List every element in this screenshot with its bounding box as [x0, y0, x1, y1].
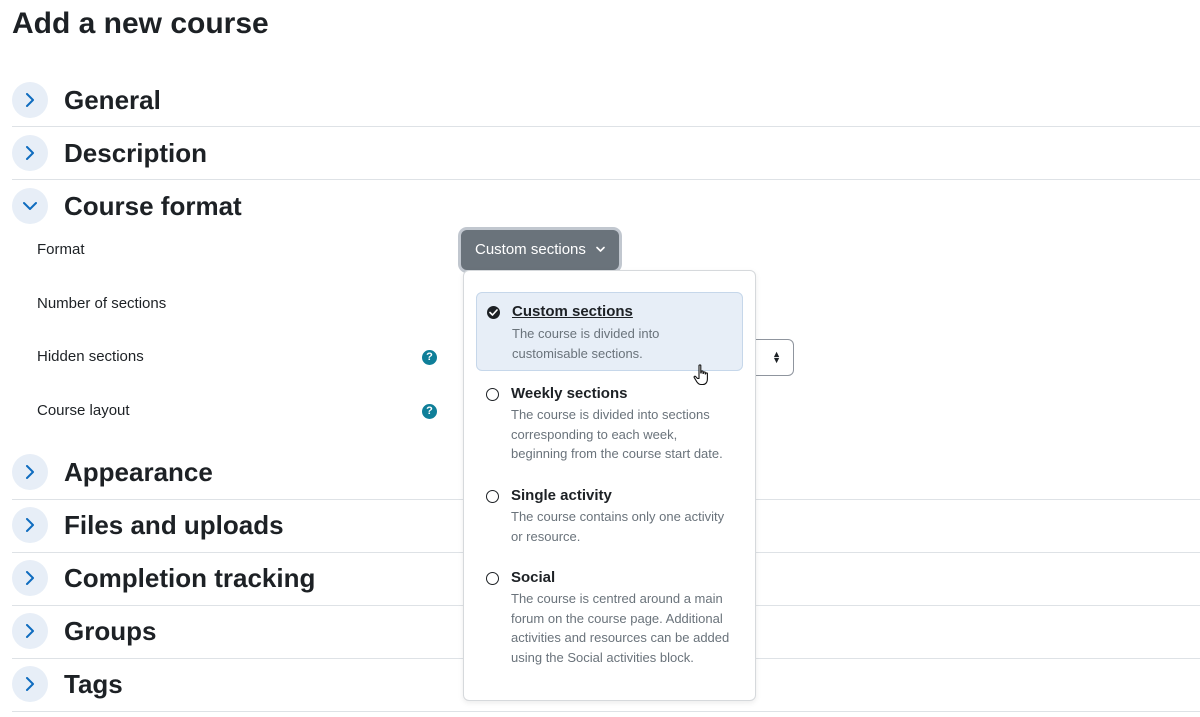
format-option-single-activity[interactable]: Single activity The course contains only…	[476, 483, 743, 549]
radio-unchecked-icon	[486, 572, 499, 585]
format-option-title: Social	[511, 569, 556, 586]
radio-unchecked-icon	[486, 388, 499, 401]
format-option-weekly-sections[interactable]: Weekly sections The course is divided in…	[476, 381, 743, 467]
chevron-down-icon	[596, 246, 605, 252]
field-label-course-layout: Course layout	[37, 402, 130, 419]
section-title-general[interactable]: General	[64, 84, 161, 116]
radio-unchecked-icon	[486, 490, 499, 503]
section-title-appearance[interactable]: Appearance	[64, 456, 213, 488]
chevron-right-icon[interactable]	[12, 82, 48, 118]
format-option-title: Single activity	[511, 487, 612, 504]
chevron-right-icon[interactable]	[12, 507, 48, 543]
chevron-right-icon[interactable]	[12, 560, 48, 596]
section-title-groups[interactable]: Groups	[64, 615, 156, 647]
chevron-right-icon[interactable]	[12, 666, 48, 702]
format-option-title: Weekly sections	[511, 385, 628, 402]
format-option-description: The course is divided into sections corr…	[511, 407, 723, 462]
field-label-hidden-sections: Hidden sections	[37, 348, 144, 365]
format-option-custom-sections[interactable]: Custom sections The course is divided in…	[476, 292, 743, 371]
field-label-number-of-sections: Number of sections	[37, 295, 167, 312]
chevron-right-icon[interactable]	[12, 454, 48, 490]
chevron-right-icon[interactable]	[12, 135, 48, 171]
format-button-label: Custom sections	[475, 241, 586, 258]
format-option-title: Custom sections	[512, 303, 633, 320]
format-option-description: The course contains only one activity or…	[511, 509, 725, 544]
section-title-completion-tracking[interactable]: Completion tracking	[64, 562, 315, 594]
format-option-description: The course is centred around a main foru…	[511, 591, 730, 666]
hand-pointer-icon	[693, 364, 708, 386]
section-title-tags[interactable]: Tags	[64, 668, 123, 700]
check-circle-icon	[487, 306, 500, 319]
section-title-files-uploads[interactable]: Files and uploads	[64, 509, 284, 541]
format-option-description: The course is divided into customisable …	[512, 326, 660, 361]
section-title-description[interactable]: Description	[64, 137, 207, 169]
field-label-format: Format	[37, 241, 85, 258]
question-circle-icon[interactable]: ?	[422, 350, 437, 365]
format-dropdown-menu: Custom sections The course is divided in…	[463, 270, 756, 701]
section-title-course-format[interactable]: Course format	[64, 190, 242, 222]
section-description[interactable]: Description	[12, 127, 1200, 180]
section-course-format[interactable]: Course format	[12, 180, 1200, 233]
chevron-down-icon[interactable]	[12, 188, 48, 224]
question-circle-icon[interactable]: ?	[422, 404, 437, 419]
page-title: Add a new course	[12, 7, 269, 40]
format-option-social[interactable]: Social The course is centred around a ma…	[476, 565, 743, 671]
sort-updown-icon: ▲ ▼	[772, 349, 781, 365]
section-general[interactable]: General	[12, 74, 1200, 127]
format-dropdown-button[interactable]: Custom sections	[461, 230, 619, 270]
chevron-right-icon[interactable]	[12, 613, 48, 649]
